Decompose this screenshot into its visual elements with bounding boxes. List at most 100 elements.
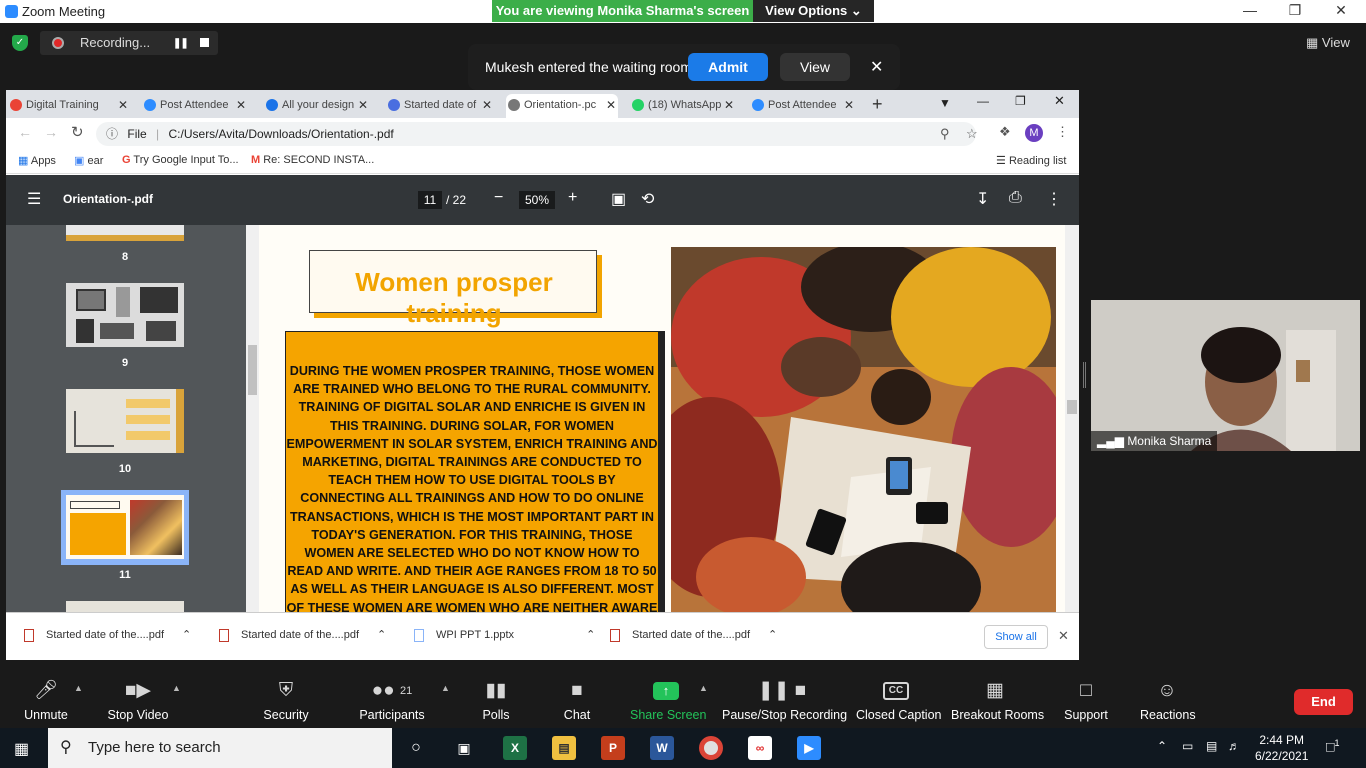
panel-resize-handle[interactable] xyxy=(1083,362,1086,388)
zoom-icon[interactable]: ▶ xyxy=(797,736,821,760)
print-icon[interactable]: ⎙ xyxy=(1009,189,1022,207)
reactions-button[interactable]: ☺ Reactions xyxy=(1140,673,1196,728)
battery-icon[interactable]: ▭ xyxy=(1182,739,1193,753)
forward-icon[interactable]: → xyxy=(44,124,58,140)
network-icon[interactable]: ▤ xyxy=(1206,739,1217,753)
chevron-up-icon[interactable]: ▲ xyxy=(441,683,450,693)
pause-stop-recording-button[interactable]: ❚❚ ■ Pause/Stop Recording xyxy=(722,673,847,728)
star-icon[interactable]: ☆ xyxy=(966,122,978,146)
new-tab-icon[interactable]: + xyxy=(872,94,883,115)
tab-close-icon[interactable]: ✕ xyxy=(844,94,854,116)
close-icon[interactable]: ✕ xyxy=(1054,93,1065,109)
volume-icon[interactable]: ♬ xyxy=(1228,739,1240,753)
show-all-button[interactable]: Show all xyxy=(984,625,1048,649)
closed-caption-button[interactable]: CC Closed Caption xyxy=(856,673,941,728)
chat-button[interactable]: ■ Chat xyxy=(560,673,594,728)
unmute-button[interactable]: 🎤︎ Unmute xyxy=(20,673,72,728)
powerpoint-icon[interactable]: P xyxy=(601,736,625,760)
tab-close-icon[interactable]: ✕ xyxy=(482,94,492,116)
airtel-icon[interactable]: ∞ xyxy=(748,736,772,760)
participants-button[interactable]: ●● 21 Participants xyxy=(358,673,426,728)
chevron-up-icon[interactable]: ⌃ xyxy=(377,629,386,641)
pause-recording-icon[interactable]: ❚❚ xyxy=(173,38,189,49)
polls-button[interactable]: ▮▮ Polls xyxy=(478,673,514,728)
restore-icon[interactable]: ❐ xyxy=(1015,94,1026,108)
restore-icon[interactable]: ❐ xyxy=(1285,2,1305,19)
browser-tab[interactable]: Post Attendee ✕ xyxy=(142,94,248,118)
end-meeting-button[interactable]: End xyxy=(1294,689,1353,715)
download-item[interactable]: Started date of the....pdf ⌃ xyxy=(24,628,191,642)
profile-avatar[interactable]: M xyxy=(1025,124,1043,142)
extensions-icon[interactable]: ❖ xyxy=(999,124,1011,140)
tab-search-icon[interactable]: ▼ xyxy=(939,96,951,110)
bookmark-google-input[interactable]: G Try Google Input To... xyxy=(122,154,239,166)
more-options-icon[interactable]: ⋮ xyxy=(1046,189,1062,209)
browser-tab[interactable]: Post Attendee ✕ xyxy=(750,94,856,118)
page-thumbnail-9[interactable] xyxy=(66,283,184,347)
browser-tab-active[interactable]: Orientation-.pc ✕ xyxy=(506,94,618,118)
address-bar[interactable]: ⓘ File | C:/Users/Avita/Downloads/Orient… xyxy=(96,122,978,146)
chevron-up-icon[interactable]: ▲ xyxy=(74,683,83,693)
tab-close-icon[interactable]: ✕ xyxy=(724,94,734,116)
share-screen-button[interactable]: ↑ Share Screen xyxy=(630,673,706,728)
zoom-in-icon[interactable]: + xyxy=(568,189,577,207)
page-thumbnail-8[interactable] xyxy=(66,225,184,241)
reload-icon[interactable]: ↻ xyxy=(71,123,84,141)
chrome-icon[interactable] xyxy=(699,736,723,760)
excel-icon[interactable]: X xyxy=(503,736,527,760)
chevron-up-icon[interactable]: ⌃ xyxy=(768,629,777,641)
back-icon[interactable]: ← xyxy=(18,124,32,140)
bookmark-apps[interactable]: ▦ Apps xyxy=(18,154,56,167)
hamburger-menu-icon[interactable]: ☰ xyxy=(27,189,41,209)
browser-tab[interactable]: Digital Training ✕ xyxy=(8,94,130,118)
sidebar-scrollbar[interactable] xyxy=(246,225,259,612)
view-waiting-button[interactable]: View xyxy=(780,53,850,81)
bookmark-gmail[interactable]: M Re: SECOND INSTA... xyxy=(251,154,374,166)
page-number-input[interactable]: 11 xyxy=(418,191,442,209)
task-view-icon[interactable]: ▣ xyxy=(452,736,476,760)
taskbar-search[interactable]: ⚲ Type here to search xyxy=(48,728,392,768)
bookmark-ear[interactable]: ▣ ear xyxy=(74,154,103,167)
reading-list-button[interactable]: ☰ Reading list xyxy=(996,154,1066,167)
download-item[interactable]: Started date of the....pdf ⌃ xyxy=(610,628,777,642)
stop-video-button[interactable]: ■▶ Stop Video xyxy=(105,673,171,728)
notification-icon[interactable]: □1 xyxy=(1326,738,1339,755)
download-item[interactable]: WPI PPT 1.pptx ⌃ xyxy=(414,628,595,642)
taskbar-clock[interactable]: 2:44 PM 6/22/2021 xyxy=(1255,732,1308,764)
chevron-up-icon[interactable]: ▲ xyxy=(699,683,708,693)
rotate-icon[interactable]: ⟲ xyxy=(641,189,654,209)
file-explorer-icon[interactable]: ▤ xyxy=(552,736,576,760)
admit-button[interactable]: Admit xyxy=(688,53,768,81)
tab-close-icon[interactable]: ✕ xyxy=(606,94,616,116)
chevron-up-icon[interactable]: ⌃ xyxy=(586,629,595,641)
word-icon[interactable]: W xyxy=(650,736,674,760)
chevron-up-icon[interactable]: ⌃ xyxy=(182,629,191,641)
menu-icon[interactable]: ⋮ xyxy=(1056,124,1069,140)
zoom-level-input[interactable]: 50% xyxy=(519,191,555,209)
zoom-out-icon[interactable]: − xyxy=(494,189,503,207)
browser-tab[interactable]: All your design ✕ xyxy=(264,94,370,118)
chevron-up-icon[interactable]: ▲ xyxy=(172,683,181,693)
pdf-scrollbar[interactable] xyxy=(1065,225,1079,612)
security-button[interactable]: ⛨ Security xyxy=(260,673,312,728)
tab-close-icon[interactable]: ✕ xyxy=(236,94,246,116)
tab-close-icon[interactable]: ✕ xyxy=(358,94,368,116)
windows-start-icon[interactable]: ▦ xyxy=(14,739,29,759)
download-item[interactable]: Started date of the....pdf ⌃ xyxy=(219,628,386,642)
zoom-magnifier-icon[interactable]: ⚲ xyxy=(940,122,950,146)
close-icon[interactable]: ✕ xyxy=(1331,2,1351,19)
cortana-icon[interactable]: ○ xyxy=(404,736,428,760)
tray-chevron-icon[interactable]: ⌃ xyxy=(1157,739,1167,753)
close-icon[interactable]: ✕ xyxy=(1058,628,1069,644)
scroll-thumb[interactable] xyxy=(1067,400,1077,414)
close-icon[interactable]: ✕ xyxy=(870,57,883,77)
page-thumbnail-10[interactable] xyxy=(66,389,184,453)
scroll-thumb[interactable] xyxy=(248,345,257,395)
security-shield-icon[interactable]: ✓ xyxy=(12,35,28,51)
view-options-button[interactable]: View Options ⌄ xyxy=(753,0,874,22)
fit-page-icon[interactable]: ▣ xyxy=(611,189,626,209)
browser-tab[interactable]: (18) WhatsApp ✕ xyxy=(630,94,736,118)
minimize-icon[interactable]: — xyxy=(977,94,989,108)
view-button[interactable]: ▦ View xyxy=(1306,35,1350,51)
page-thumbnail-12[interactable] xyxy=(66,601,184,612)
